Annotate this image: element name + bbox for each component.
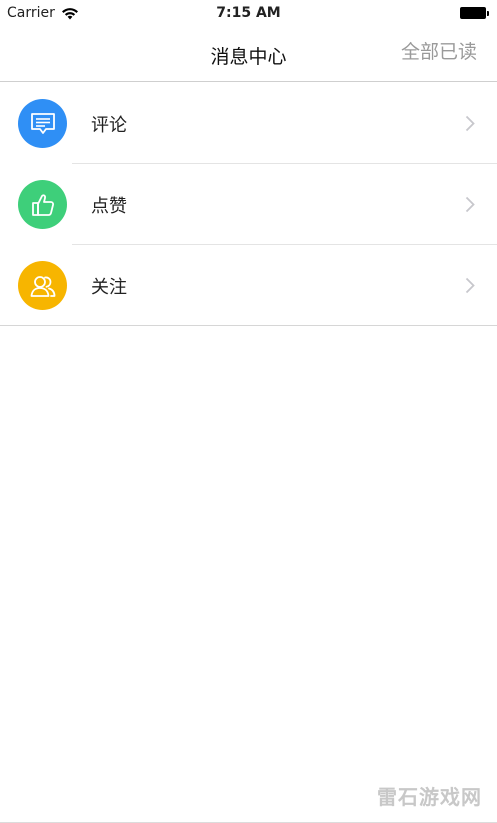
list-item-label: 关注	[91, 276, 127, 298]
list-item-label: 评论	[91, 114, 127, 136]
comment-icon	[18, 99, 67, 148]
message-category-list: 评论 点赞 关注	[0, 83, 497, 326]
watermark: 雷石游戏网	[377, 785, 482, 809]
list-item-comments[interactable]: 评论	[0, 83, 497, 164]
people-icon	[18, 261, 67, 310]
chevron-right-icon	[465, 277, 475, 294]
mark-all-read-button[interactable]: 全部已读	[401, 37, 477, 64]
chevron-right-icon	[465, 115, 475, 132]
chevron-right-icon	[465, 196, 475, 213]
status-bar: Carrier 7:15 AM	[0, 0, 497, 26]
status-time: 7:15 AM	[216, 5, 281, 21]
list-item-label: 点赞	[91, 195, 127, 217]
nav-bar: 消息中心 全部已读	[0, 26, 497, 82]
list-item-likes[interactable]: 点赞	[0, 164, 497, 245]
thumbs-up-icon	[18, 180, 67, 229]
battery-icon	[460, 7, 489, 19]
divider	[0, 325, 497, 326]
list-item-follows[interactable]: 关注	[0, 245, 497, 326]
